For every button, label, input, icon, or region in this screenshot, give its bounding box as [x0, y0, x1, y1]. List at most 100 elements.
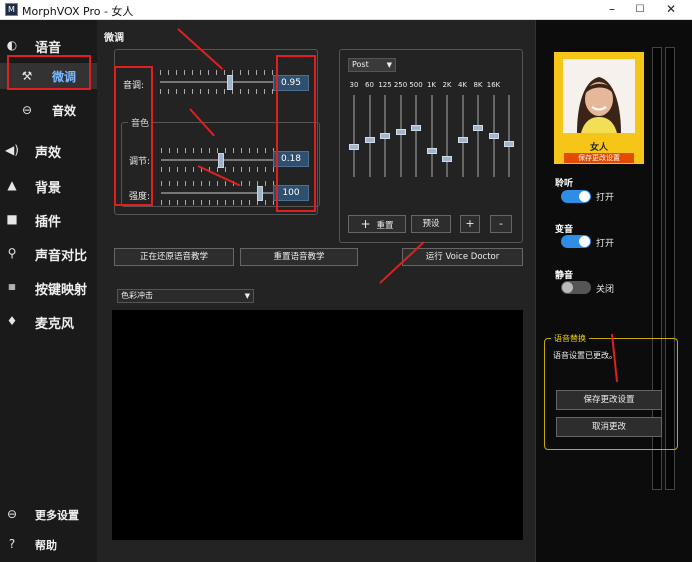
eq-band-thumb[interactable]	[426, 148, 437, 155]
sidebar-item-label: 麦克风	[35, 317, 75, 332]
cancel-changes-button[interactable]: 取消更改	[556, 417, 662, 437]
eq-band-thumb[interactable]	[411, 125, 421, 132]
window-title: MorphVOX Pro - 女人	[22, 5, 134, 18]
eq-freq-label: 60	[365, 81, 374, 89]
sidebar-item-more-settings[interactable]: ⊖ 更多设置	[0, 501, 97, 527]
timbre-adjust-slider[interactable]	[161, 148, 277, 172]
profile-tag: 保存更改设置	[564, 153, 634, 163]
eq-band-track[interactable]	[508, 95, 510, 177]
visualizer-canvas	[112, 310, 523, 540]
listen-toggle[interactable]	[561, 190, 591, 203]
eq-band-thumb[interactable]	[364, 136, 375, 143]
morph-label: 变音	[555, 225, 574, 235]
voice-swap-group: 语音替换 语音设置已更改。 保存更改设置 取消更改	[544, 333, 678, 450]
sidebar-item-help[interactable]: ? 帮助	[0, 531, 97, 557]
eq-reset-label: 重置	[376, 221, 394, 231]
eq-band-thumb[interactable]	[395, 129, 406, 136]
microphone-icon: ♦	[6, 314, 18, 328]
eq-band-track[interactable]	[415, 95, 417, 177]
mute-toggle[interactable]	[561, 281, 591, 294]
eq-freq-label: 8K	[473, 81, 483, 89]
eq-freq-label: 125	[378, 81, 392, 89]
sidebar-item-label: 插件	[35, 215, 62, 230]
plus-icon: +	[360, 217, 371, 231]
eq-freq-label: 250	[393, 81, 408, 89]
eq-freq-label: 4K	[457, 81, 468, 89]
sidebar-item-plugin[interactable]: ■ 插件	[0, 206, 97, 232]
chevron-down-icon: ▼	[386, 61, 392, 69]
voice-profile-card[interactable]: 女人 保存更改设置	[554, 52, 644, 164]
annotation-box-tweak	[7, 55, 91, 90]
eq-band-thumb[interactable]	[442, 155, 452, 162]
title-bar: M MorphVOX Pro - 女人 – ☐ ✕	[0, 0, 692, 20]
eq-freq-label: 16K	[486, 81, 501, 89]
eq-band-track[interactable]	[399, 95, 402, 177]
more-settings-icon: ⊖	[6, 507, 18, 521]
chevron-down-icon: ▼	[244, 292, 250, 300]
sidebar-item-microphone[interactable]: ♦ 麦克风	[0, 308, 97, 334]
eq-band-thumb[interactable]	[349, 144, 359, 151]
eq-freq-label: 30	[349, 81, 359, 89]
profile-name: 女人	[589, 143, 608, 153]
sidebar-item-label: 更多设置	[35, 509, 79, 522]
annotation-box-labels	[114, 66, 153, 206]
morph-state: 打开	[596, 239, 615, 249]
timbre-adjust-thumb[interactable]	[218, 153, 225, 168]
visualizer-mode-value: 色彩冲击	[121, 291, 153, 300]
eq-band-track[interactable]	[353, 95, 355, 177]
mute-label: 静音	[555, 271, 574, 281]
minimize-button[interactable]: –	[598, 1, 626, 18]
sidebar: ◐ 语音 ⚒ 微调 ⊖ 音效 ◀) 声效 ▲ 背景 ■ 插件 ⚲ 声音对比 ▦ …	[0, 20, 97, 562]
morph-toggle[interactable]	[561, 235, 591, 248]
mute-state: 关闭	[596, 285, 615, 295]
save-changes-button[interactable]: 保存更改设置	[556, 390, 662, 410]
eq-band-track[interactable]	[430, 95, 433, 177]
sidebar-item-keymap[interactable]: ▦ 按键映射	[0, 274, 97, 300]
voice-swap-message: 语音设置已更改。	[553, 351, 617, 360]
plugin-icon: ■	[6, 212, 18, 226]
eq-freq-label: 500	[409, 81, 423, 89]
restore-voice-training-button[interactable]: 正在还原语音教学	[114, 248, 234, 266]
pitch-slider-thumb[interactable]	[226, 75, 233, 90]
sidebar-item-sound-effect[interactable]: ⊖ 音效	[0, 97, 97, 123]
right-panel: 女人 保存更改设置 聆听 打开 变音 打开 静音 关闭 语音替换 语音设置已更改…	[535, 20, 692, 562]
eq-band-thumb[interactable]	[488, 133, 499, 139]
eq-band-thumb[interactable]	[504, 140, 514, 147]
help-icon: ?	[8, 537, 16, 551]
listen-state: 打开	[596, 193, 615, 203]
section-title: 微调	[104, 33, 124, 44]
sidebar-item-compare[interactable]: ⚲ 声音对比	[0, 240, 97, 266]
eq-remove-button[interactable]: -	[490, 215, 512, 233]
sidebar-item-label: 按键映射	[35, 283, 88, 298]
eq-band-track[interactable]	[446, 95, 448, 177]
compare-icon: ⚲	[7, 246, 17, 260]
voice-doctor-button[interactable]: 运行 Voice Doctor	[402, 248, 523, 266]
eq-band-thumb[interactable]	[473, 125, 483, 132]
eq-freq-label: 2K	[442, 81, 452, 89]
eq-reset-button[interactable]: + 重置	[348, 215, 406, 233]
maximize-button[interactable]: ☐	[626, 1, 654, 18]
sidebar-item-background[interactable]: ▲ 背景	[0, 172, 97, 198]
pitch-slider[interactable]	[160, 70, 276, 94]
timbre-strength-thumb[interactable]	[256, 186, 263, 201]
eq-band-thumb[interactable]	[457, 136, 468, 143]
equalizer-panel: Post ▼ 30 60 125 250 500 1K 2K 4K 8K 16K + 重置 预设 +…	[339, 49, 523, 243]
sidebar-item-label: 帮助	[35, 539, 57, 552]
reset-voice-training-button[interactable]: 重置语音教学	[240, 248, 358, 266]
sidebar-item-label: 背景	[35, 181, 62, 196]
sidebar-item-label: 声音对比	[35, 249, 88, 264]
voice-icon: ◐	[6, 38, 18, 52]
visualizer-dropdown[interactable]: 色彩冲击 ▼	[117, 289, 254, 303]
eq-band-thumb[interactable]	[380, 133, 390, 139]
sidebar-item-speaker[interactable]: ◀) 声效	[0, 137, 97, 163]
eq-band-track[interactable]	[477, 95, 479, 177]
eq-add-button[interactable]: +	[460, 215, 480, 233]
speaker-icon: ◀)	[5, 143, 19, 157]
profile-photo	[563, 59, 635, 133]
eq-mode-dropdown[interactable]: Post ▼	[348, 58, 396, 72]
timbre-strength-slider[interactable]	[161, 181, 277, 205]
close-button[interactable]: ✕	[657, 1, 685, 18]
voice-swap-title: 语音替换	[551, 333, 589, 344]
eq-preset-button[interactable]: 预设	[411, 215, 451, 233]
keymap-icon: ▦	[8, 282, 16, 291]
